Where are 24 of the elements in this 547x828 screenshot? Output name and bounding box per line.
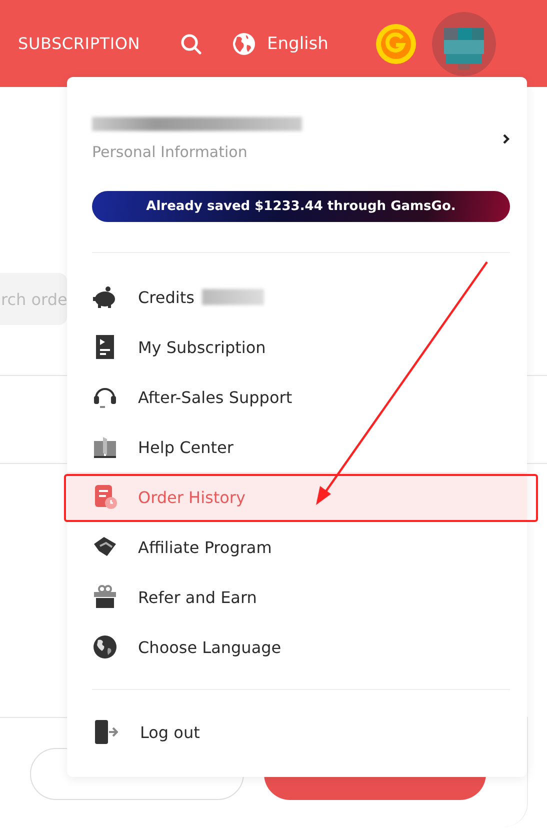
document-clock-icon xyxy=(92,484,118,510)
chevron-icon xyxy=(502,133,510,145)
globe-icon xyxy=(92,634,118,660)
savings-banner: Already saved $1233.44 through GamsGo. xyxy=(92,191,510,222)
profile-label: Personal Information xyxy=(92,143,248,161)
avatar[interactable] xyxy=(432,12,496,76)
menu-item[interactable]: Help Center xyxy=(67,422,527,472)
piggy-bank-icon xyxy=(92,284,118,310)
menu-item[interactable]: Credits xyxy=(67,272,527,322)
logout-icon xyxy=(92,719,118,745)
gift-icon xyxy=(92,584,118,610)
coin-icon[interactable] xyxy=(376,24,416,64)
menu-item[interactable]: Affiliate Program xyxy=(67,522,527,572)
language-selector[interactable]: English xyxy=(232,32,328,56)
redacted-credits xyxy=(202,289,264,305)
menu-item[interactable]: Choose Language xyxy=(67,622,527,672)
menu-item[interactable]: My Subscription xyxy=(67,322,527,372)
nav-link[interactable]: SUBSCRIPTION xyxy=(18,34,140,53)
menu-item[interactable]: After-Sales Support xyxy=(67,372,527,422)
globe-icon xyxy=(232,32,256,56)
menu-item[interactable]: Refer and Earn xyxy=(67,572,527,622)
book-icon xyxy=(92,434,118,460)
logout-item[interactable]: Log out xyxy=(67,707,527,757)
search-icon[interactable] xyxy=(180,32,202,54)
